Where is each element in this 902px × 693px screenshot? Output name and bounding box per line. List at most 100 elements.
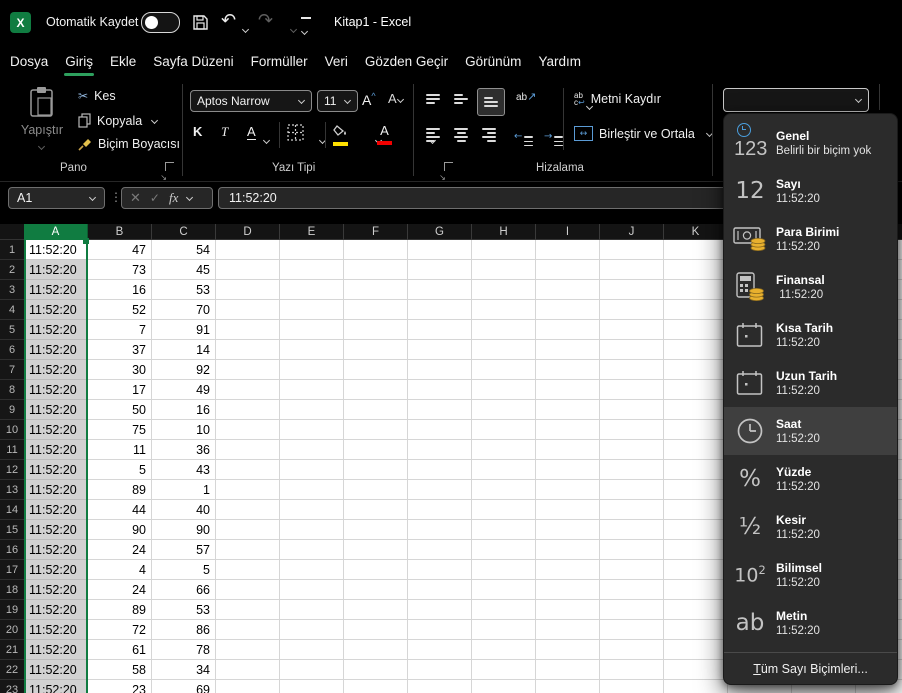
- row-header-6[interactable]: 6: [0, 340, 24, 360]
- cell-C11[interactable]: 36: [152, 440, 216, 460]
- cell-C17[interactable]: 5: [152, 560, 216, 580]
- cell-A21[interactable]: 11:52:20: [26, 640, 86, 660]
- column-header-K[interactable]: K: [664, 224, 728, 240]
- cell-C2[interactable]: 45: [152, 260, 216, 280]
- cell-C13[interactable]: 1: [152, 480, 216, 500]
- cell-B1[interactable]: 47: [88, 240, 152, 260]
- format-option-time[interactable]: Saat 11:52:20: [724, 407, 897, 455]
- number-format-combo[interactable]: [723, 88, 869, 112]
- row-header-18[interactable]: 18: [0, 580, 24, 600]
- cell-C21[interactable]: 78: [152, 640, 216, 660]
- cell-C22[interactable]: 34: [152, 660, 216, 680]
- cell-C9[interactable]: 16: [152, 400, 216, 420]
- cell-A3[interactable]: 11:52:20: [26, 280, 86, 300]
- row-header-4[interactable]: 4: [0, 300, 24, 320]
- format-option-fraction[interactable]: ½ Kesir 11:52:20: [724, 503, 897, 551]
- row-header-2[interactable]: 2: [0, 260, 24, 280]
- row-header-14[interactable]: 14: [0, 500, 24, 520]
- cell-B18[interactable]: 24: [88, 580, 152, 600]
- align-middle-icon[interactable]: [454, 94, 468, 104]
- selected-column-a[interactable]: 11:52:20 11:52:20 11:52:20 11:52:20 11:52:20…: [24, 240, 88, 693]
- format-option-number[interactable]: 12 Sayı 11:52:20: [724, 167, 897, 215]
- undo-icon[interactable]: ↶: [221, 10, 236, 31]
- row-header-22[interactable]: 22: [0, 660, 24, 680]
- tab-yardim[interactable]: Yardım: [538, 45, 581, 78]
- cell-A13[interactable]: 11:52:20: [26, 480, 86, 500]
- tab-dosya[interactable]: Dosya: [10, 45, 48, 78]
- cell-C10[interactable]: 10: [152, 420, 216, 440]
- underline-button[interactable]: A: [247, 124, 256, 140]
- cell-A6[interactable]: 11:52:20: [26, 340, 86, 360]
- customize-toolbar-icon[interactable]: [301, 17, 311, 40]
- autosave-toggle[interactable]: [141, 12, 180, 33]
- cell-B23[interactable]: 23: [88, 680, 152, 693]
- format-option-scientific[interactable]: 102 Bilimsel 11:52:20: [724, 551, 897, 599]
- cell-C19[interactable]: 53: [152, 600, 216, 620]
- save-icon[interactable]: [192, 14, 209, 31]
- cell-B9[interactable]: 50: [88, 400, 152, 420]
- excel-logo-icon[interactable]: [10, 12, 31, 33]
- format-option-general[interactable]: 123 Genel Belirli bir biçim yok: [724, 119, 897, 167]
- fill-color-button[interactable]: [333, 123, 348, 146]
- cell-C16[interactable]: 57: [152, 540, 216, 560]
- merge-center-button[interactable]: ↔ Birleştir ve Ortala: [574, 126, 713, 141]
- row-header-5[interactable]: 5: [0, 320, 24, 340]
- cell-C4[interactable]: 70: [152, 300, 216, 320]
- cell-C8[interactable]: 49: [152, 380, 216, 400]
- tab-giris[interactable]: Giriş: [64, 45, 94, 78]
- format-option-currency[interactable]: Para Birimi 11:52:20: [724, 215, 897, 263]
- cell-C5[interactable]: 91: [152, 320, 216, 340]
- cell-C6[interactable]: 14: [152, 340, 216, 360]
- align-left-icon[interactable]: [426, 128, 440, 142]
- row-header-11[interactable]: 11: [0, 440, 24, 460]
- row-header-7[interactable]: 7: [0, 360, 24, 380]
- cell-C23[interactable]: 69: [152, 680, 216, 693]
- redo-dropdown-icon[interactable]: [291, 27, 297, 33]
- row-header-20[interactable]: 20: [0, 620, 24, 640]
- cell-A18[interactable]: 11:52:20: [26, 580, 86, 600]
- cell-A10[interactable]: 11:52:20: [26, 420, 86, 440]
- row-header-21[interactable]: 21: [0, 640, 24, 660]
- cell-A20[interactable]: 11:52:20: [26, 620, 86, 640]
- row-header-23[interactable]: 23: [0, 680, 24, 693]
- borders-icon[interactable]: [287, 124, 304, 141]
- cell-B10[interactable]: 75: [88, 420, 152, 440]
- increase-font-icon[interactable]: A^: [362, 91, 376, 108]
- wrap-text-button[interactable]: ab c↩ Metni Kaydır: [574, 92, 661, 107]
- tab-veri[interactable]: Veri: [325, 45, 348, 78]
- cell-A4[interactable]: 11:52:20: [26, 300, 86, 320]
- italic-button[interactable]: T: [221, 124, 228, 140]
- tab-ekle[interactable]: Ekle: [110, 45, 136, 78]
- cell-B16[interactable]: 24: [88, 540, 152, 560]
- cell-A15[interactable]: 11:52:20: [26, 520, 86, 540]
- cell-A12[interactable]: 11:52:20: [26, 460, 86, 480]
- column-header-G[interactable]: G: [408, 224, 472, 240]
- column-header-B[interactable]: B: [88, 224, 152, 240]
- format-option-percent[interactable]: % Yüzde 11:52:20: [724, 455, 897, 503]
- font-color-button[interactable]: A: [377, 122, 392, 145]
- row-header-8[interactable]: 8: [0, 380, 24, 400]
- row-header-12[interactable]: 12: [0, 460, 24, 480]
- cell-C12[interactable]: 43: [152, 460, 216, 480]
- row-header-9[interactable]: 9: [0, 400, 24, 420]
- cell-C7[interactable]: 92: [152, 360, 216, 380]
- tab-sayfa-duzeni[interactable]: Sayfa Düzeni: [153, 45, 233, 78]
- tab-formuller[interactable]: Formüller: [251, 45, 308, 78]
- increase-indent-icon[interactable]: →: [544, 126, 564, 147]
- orientation-icon[interactable]: ab↗: [516, 90, 536, 103]
- cell-B11[interactable]: 11: [88, 440, 152, 460]
- column-header-F[interactable]: F: [344, 224, 408, 240]
- cell-C20[interactable]: 86: [152, 620, 216, 640]
- cell-B2[interactable]: 73: [88, 260, 152, 280]
- name-box[interactable]: A1: [8, 187, 105, 209]
- row-header-10[interactable]: 10: [0, 420, 24, 440]
- cell-A8[interactable]: 11:52:20: [26, 380, 86, 400]
- cell-B3[interactable]: 16: [88, 280, 152, 300]
- align-bottom-button[interactable]: [477, 88, 505, 116]
- tab-gozden-gecir[interactable]: Gözden Geçir: [365, 45, 448, 78]
- cell-B7[interactable]: 30: [88, 360, 152, 380]
- cell-A16[interactable]: 11:52:20: [26, 540, 86, 560]
- format-option-accounting[interactable]: Finansal 11:52:20: [724, 263, 897, 311]
- cell-B19[interactable]: 89: [88, 600, 152, 620]
- column-header-J[interactable]: J: [600, 224, 664, 240]
